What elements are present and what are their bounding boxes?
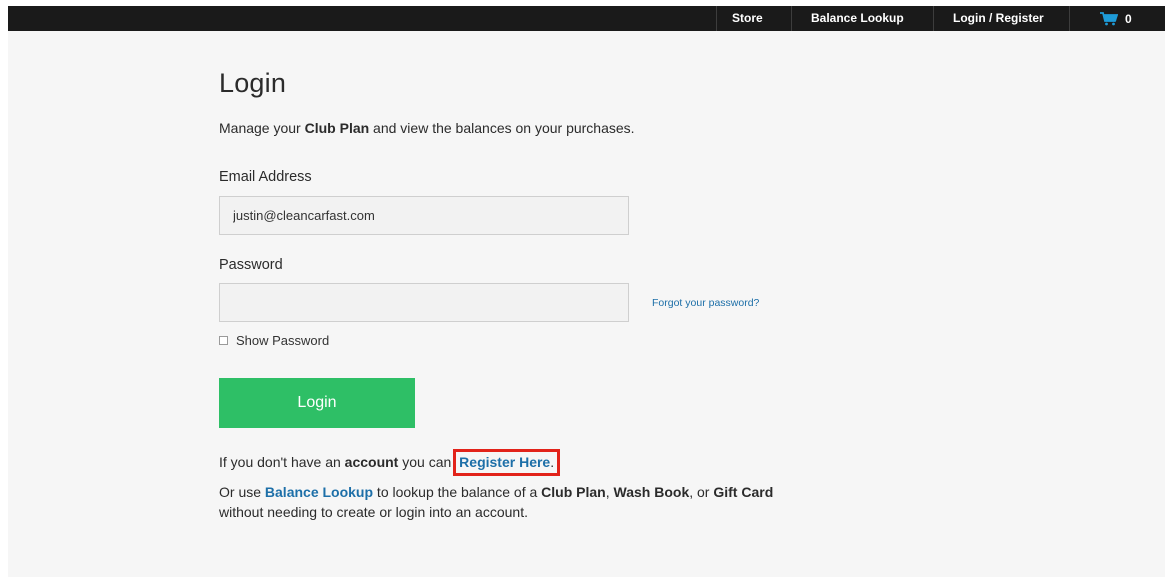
- intro-suffix: and view the balances on your purchases.: [369, 120, 635, 136]
- register-here-link[interactable]: Register Here: [459, 454, 550, 470]
- page-frame: Store Balance Lookup Login / Register 0 …: [8, 6, 1165, 577]
- balance-lookup-link[interactable]: Balance Lookup: [265, 484, 373, 500]
- register-prefix: If you don't have an: [219, 454, 345, 470]
- balance-middle: to lookup the balance of a: [373, 484, 542, 500]
- intro-bold: Club Plan: [304, 120, 370, 136]
- nav-balance-lookup-link[interactable]: Balance Lookup: [811, 6, 904, 31]
- balance-prefix: Or use: [219, 484, 265, 500]
- intro-text: Manage your Club Plan and view the balan…: [219, 120, 635, 136]
- register-bold: account: [344, 454, 399, 470]
- shopping-cart-icon: [1100, 11, 1118, 26]
- cart-count-badge: 0: [1125, 11, 1132, 26]
- email-label: Email Address: [219, 169, 312, 185]
- balance-line2: without needing to create or login into …: [219, 504, 528, 520]
- balance-lookup-info: Or use Balance Lookup to lookup the bala…: [219, 482, 773, 522]
- cart-button[interactable]: 0: [1100, 6, 1132, 31]
- password-label: Password: [219, 257, 283, 273]
- register-highlight-box: Register Here.: [453, 449, 561, 476]
- nav-divider: [933, 6, 934, 31]
- register-suffix: .: [550, 454, 555, 470]
- nav-divider: [791, 6, 792, 31]
- show-password-checkbox[interactable]: [219, 336, 228, 345]
- balance-item-club-plan: Club Plan: [541, 484, 606, 500]
- show-password-label: Show Password: [236, 333, 330, 348]
- top-nav-bar: Store Balance Lookup Login / Register 0: [8, 6, 1165, 31]
- page-title: Login: [219, 68, 287, 98]
- intro-prefix: Manage your: [219, 120, 305, 136]
- register-middle: you can: [398, 454, 456, 470]
- register-prompt: If you don't have an account you can Reg…: [219, 449, 561, 476]
- password-input[interactable]: [219, 283, 629, 322]
- balance-item-gift-card: Gift Card: [713, 484, 774, 500]
- login-button[interactable]: Login: [219, 378, 415, 428]
- email-input[interactable]: [219, 196, 629, 235]
- balance-sep: , or: [689, 484, 714, 500]
- show-password-toggle[interactable]: Show Password: [219, 333, 329, 348]
- nav-divider: [1069, 6, 1070, 31]
- nav-divider: [716, 6, 717, 31]
- nav-login-register-link[interactable]: Login / Register: [953, 6, 1044, 31]
- nav-store-link[interactable]: Store: [732, 6, 763, 31]
- balance-sep: ,: [605, 484, 614, 500]
- balance-item-wash-book: Wash Book: [613, 484, 690, 500]
- forgot-password-link[interactable]: Forgot your password?: [652, 297, 759, 309]
